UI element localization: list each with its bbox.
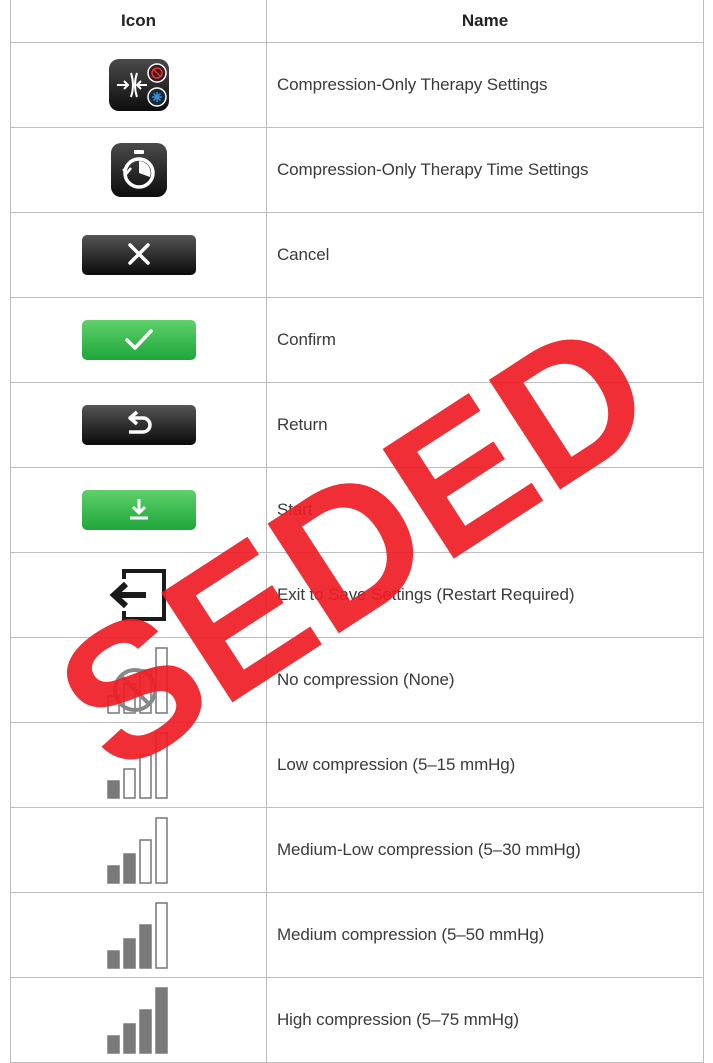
stopwatch-icon [110,143,167,197]
row-name: Return [266,382,704,468]
row-name: Medium-Low compression (5–30 mmHg) [266,807,704,893]
row-name: Confirm [266,297,704,383]
row-name: Start [266,467,704,553]
confirm-check-icon [81,320,196,360]
medium-compression-icon [106,902,168,969]
table-row: Return [10,382,704,468]
table-row: No compression (None) [10,637,704,723]
page: Icon Name Compression-Only Therapy Setti… [0,0,713,1063]
table-row: Cancel [10,212,704,298]
icon-reference-table: Icon Name Compression-Only Therapy Setti… [10,0,704,1063]
table-row: Medium-Low compression (5–30 mmHg) [10,807,704,893]
table-row: Confirm [10,297,704,383]
medium-low-compression-icon [106,817,168,884]
low-compression-icon [106,732,168,799]
table-row: Medium compression (5–50 mmHg) [10,892,704,978]
start-download-icon [81,490,196,530]
row-name: High compression (5–75 mmHg) [266,977,704,1063]
row-name: Exit to Save Settings (Restart Required) [266,552,704,638]
cancel-x-icon [81,235,196,275]
row-name: Cancel [266,212,704,298]
table-row: Exit to Save Settings (Restart Required) [10,552,704,638]
table-row: Low compression (5–15 mmHg) [10,722,704,808]
high-compression-icon [106,987,168,1054]
no-compression-icon [106,647,168,714]
row-name: Compression-Only Therapy Settings [266,42,704,128]
table-row: Start [10,467,704,553]
exit-save-icon [109,569,166,621]
name-column-header: Name [266,0,704,43]
row-name: No compression (None) [266,637,704,723]
return-arrow-icon [81,405,196,445]
row-name: Medium compression (5–50 mmHg) [266,892,704,978]
table-row: Compression-Only Therapy Settings [10,42,704,128]
icon-column-header: Icon [10,0,267,43]
table-row: Compression-Only Therapy Time Settings [10,127,704,213]
row-name: Low compression (5–15 mmHg) [266,722,704,808]
row-name: Compression-Only Therapy Time Settings [266,127,704,213]
table-row: High compression (5–75 mmHg) [10,977,704,1063]
compression-only-therapy-settings-icon [108,59,169,111]
table-header-row: Icon Name [10,0,704,43]
